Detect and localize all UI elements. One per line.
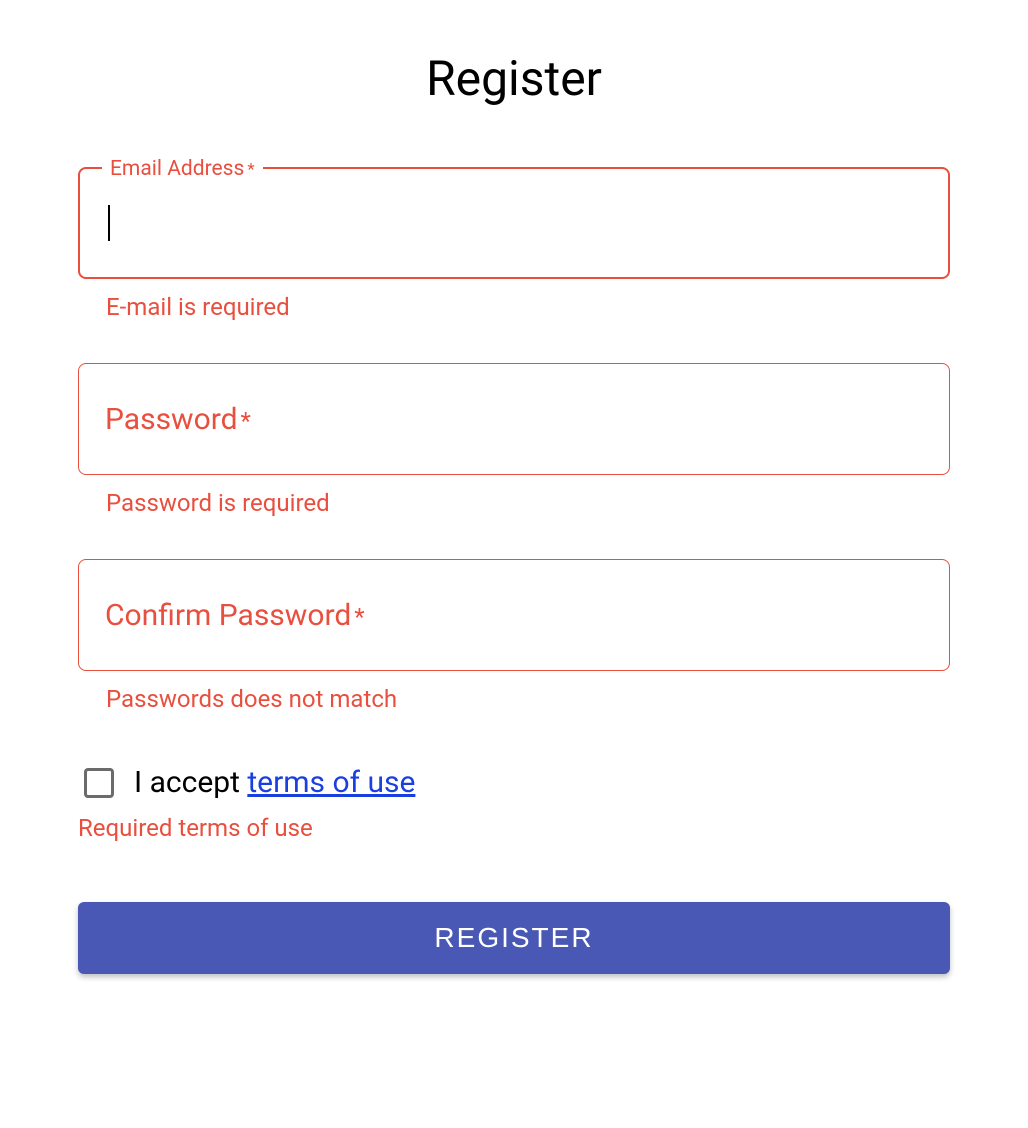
email-field-outline[interactable]: Email Address * xyxy=(78,167,950,279)
password-error: Password is required xyxy=(106,489,950,517)
email-label-text: Email Address xyxy=(110,157,244,181)
terms-error: Required terms of use xyxy=(78,814,950,842)
terms-checkbox[interactable] xyxy=(84,768,114,798)
terms-of-use-link[interactable]: terms of use xyxy=(247,765,415,800)
page-title: Register xyxy=(78,50,950,107)
email-error: E-mail is required xyxy=(106,293,950,321)
password-field-outline[interactable]: Password * xyxy=(78,363,950,475)
register-button[interactable]: REGISTER xyxy=(78,902,950,974)
confirm-password-error: Passwords does not match xyxy=(106,685,950,713)
terms-label: I accept terms of use xyxy=(134,765,415,800)
confirm-password-field-outline[interactable]: Confirm Password * xyxy=(78,559,950,671)
password-field-group: Password * Password is required xyxy=(78,363,950,517)
register-form: Register Email Address * E-mail is requi… xyxy=(78,50,950,974)
email-field-group: Email Address * E-mail is required xyxy=(78,167,950,321)
terms-accept-prefix: I accept xyxy=(134,765,247,800)
required-asterisk: * xyxy=(247,160,254,180)
confirm-password-field-group: Confirm Password * Passwords does not ma… xyxy=(78,559,950,713)
email-label: Email Address * xyxy=(102,157,263,181)
terms-row: I accept terms of use xyxy=(78,765,950,800)
